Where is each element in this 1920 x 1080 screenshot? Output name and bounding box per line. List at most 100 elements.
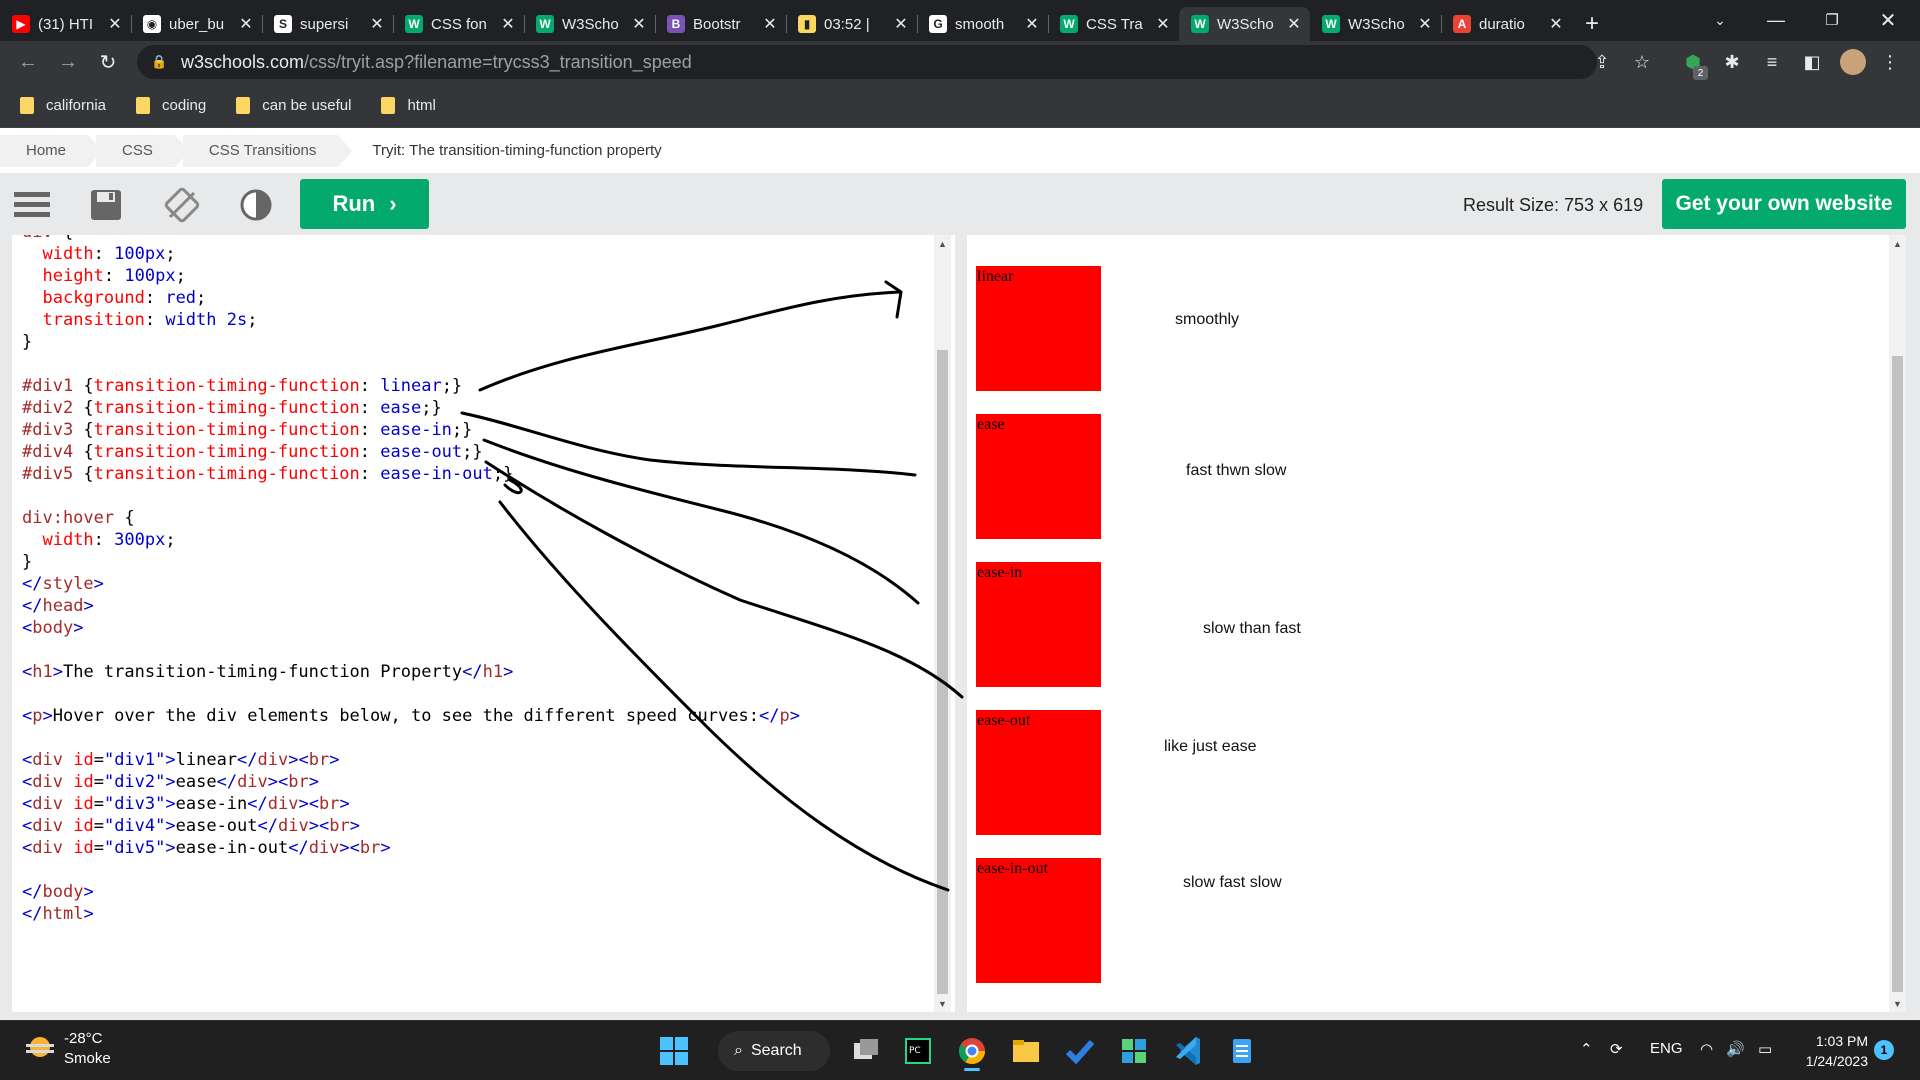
code-line[interactable]: width: 100px; <box>22 243 800 265</box>
menu-kebab-icon[interactable]: ⋮ <box>1878 50 1902 74</box>
browser-tab[interactable]: W W3Scho ✕ <box>524 7 655 41</box>
close-icon[interactable]: ✕ <box>107 14 123 34</box>
code-line[interactable]: <body> <box>22 617 800 639</box>
browser-tab[interactable]: W CSS Tra ✕ <box>1048 7 1179 41</box>
run-button[interactable]: Run › <box>300 179 429 229</box>
sync-icon[interactable]: ⟳ <box>1610 1040 1623 1058</box>
notepad-icon[interactable] <box>1222 1031 1262 1071</box>
breadcrumb-css-transitions[interactable]: CSS Transitions <box>182 134 352 167</box>
code-scroll-thumb[interactable] <box>937 350 948 994</box>
widgets-app-icon[interactable] <box>1114 1031 1154 1071</box>
code-line[interactable]: #div3 {transition-timing-function: ease-… <box>22 419 800 441</box>
share-icon[interactable]: ⇪ <box>1590 50 1614 74</box>
code-line[interactable]: </html> <box>22 903 800 925</box>
wifi-icon[interactable]: ◠ <box>1700 1040 1713 1058</box>
minimize-button[interactable]: — <box>1748 0 1804 40</box>
code-line[interactable]: #div1 {transition-timing-function: linea… <box>22 375 800 397</box>
code-line[interactable] <box>22 639 800 661</box>
dark-mode-icon[interactable] <box>240 189 272 221</box>
code-line[interactable] <box>22 683 800 705</box>
demo-box-linear[interactable]: linear <box>976 266 1101 391</box>
close-icon[interactable]: ✕ <box>369 14 385 34</box>
address-bar[interactable]: 🔒 w3schools.com/css/tryit.asp?filename=t… <box>137 45 1597 79</box>
media-control-icon[interactable]: ≡ <box>1760 50 1784 74</box>
close-icon[interactable]: ✕ <box>1024 14 1040 34</box>
scroll-down-icon[interactable]: ▼ <box>1889 995 1906 1012</box>
volume-icon[interactable]: 🔊 <box>1726 1040 1745 1058</box>
breadcrumb-home[interactable]: Home <box>0 134 103 167</box>
code-line[interactable]: <div id="div2">ease</div><br> <box>22 771 800 793</box>
browser-tab[interactable]: Gsmooth ✕ <box>917 7 1048 41</box>
close-icon[interactable]: ✕ <box>762 14 778 34</box>
profile-avatar[interactable] <box>1840 49 1866 75</box>
scroll-up-icon[interactable]: ▲ <box>934 235 951 252</box>
language-indicator[interactable]: ENG <box>1650 1040 1683 1057</box>
close-window-button[interactable]: ✕ <box>1860 0 1916 40</box>
code-line[interactable]: </head> <box>22 595 800 617</box>
get-your-own-website-button[interactable]: Get your own website <box>1662 179 1906 229</box>
code-line[interactable] <box>22 485 800 507</box>
code-text[interactable]: div { width: 100px; height: 100px; backg… <box>22 235 800 925</box>
restore-button[interactable]: ❐ <box>1804 0 1860 40</box>
new-tab-button[interactable]: + <box>1572 7 1612 41</box>
bookmark-california[interactable]: california <box>20 96 106 114</box>
browser-tab[interactable]: B Bootstr ✕ <box>655 7 786 41</box>
browser-tab[interactable]: Ssupersi ✕ <box>262 7 393 41</box>
reload-icon[interactable]: ↻ <box>94 48 122 76</box>
browser-tab[interactable]: ▮ 03:52 | ✕ <box>786 7 917 41</box>
browser-tab[interactable]: ◉ uber_bu ✕ <box>131 7 262 41</box>
taskbar-search[interactable]: ⌕ Search <box>718 1031 830 1071</box>
code-line[interactable]: <div id="div5">ease-in-out</div><br> <box>22 837 800 859</box>
code-line[interactable]: <p>Hover over the div elements below, to… <box>22 705 800 727</box>
code-line[interactable]: #div4 {transition-timing-function: ease-… <box>22 441 800 463</box>
browser-tab[interactable]: Aduratio ✕ <box>1441 7 1572 41</box>
tab-search-icon[interactable]: ⌄ <box>1692 0 1748 40</box>
browser-tab[interactable]: W W3Scho ✕ <box>1310 7 1441 41</box>
bookmark-html[interactable]: html <box>381 96 436 114</box>
close-icon[interactable]: ✕ <box>631 14 647 34</box>
bookmark-can-be-useful[interactable]: can be useful <box>236 96 351 114</box>
browser-tab[interactable]: ▶ (31) HTI ✕ <box>0 7 131 41</box>
vscode-icon[interactable] <box>1168 1031 1208 1071</box>
demo-box-ease-out[interactable]: ease-out <box>976 710 1101 835</box>
forward-icon[interactable]: → <box>54 48 82 76</box>
result-scroll-thumb[interactable] <box>1892 356 1903 992</box>
close-icon[interactable]: ✕ <box>893 14 909 34</box>
notification-badge[interactable]: 1 <box>1874 1040 1894 1060</box>
code-line[interactable] <box>22 353 800 375</box>
code-line[interactable]: <div id="div1">linear</div><br> <box>22 749 800 771</box>
scroll-down-icon[interactable]: ▼ <box>934 995 951 1012</box>
save-icon[interactable] <box>90 189 122 221</box>
code-line[interactable]: <div id="div4">ease-out</div><br> <box>22 815 800 837</box>
pycharm-icon[interactable]: PC <box>898 1031 938 1071</box>
code-line[interactable]: background: red; <box>22 287 800 309</box>
result-iframe[interactable]: linear ease ease-in ease-out ease-in-out… <box>967 235 1900 1012</box>
close-icon[interactable]: ✕ <box>1155 14 1171 34</box>
code-line[interactable]: height: 100px; <box>22 265 800 287</box>
scroll-up-icon[interactable]: ▲ <box>1889 235 1906 252</box>
code-line[interactable]: </style> <box>22 573 800 595</box>
close-icon[interactable]: ✕ <box>500 14 516 34</box>
browser-tab[interactable]: W W3Scho ✕ <box>1179 7 1310 41</box>
battery-icon[interactable]: ▭ <box>1758 1040 1772 1058</box>
back-icon[interactable]: ← <box>14 48 42 76</box>
code-line[interactable]: #div2 {transition-timing-function: ease;… <box>22 397 800 419</box>
code-line[interactable]: } <box>22 331 800 353</box>
browser-tab[interactable]: W CSS fon ✕ <box>393 7 524 41</box>
file-explorer-icon[interactable] <box>1006 1031 1046 1071</box>
task-view-icon[interactable] <box>846 1031 886 1071</box>
clock[interactable]: 1:03 PM 1/24/2023 <box>1792 1031 1868 1071</box>
demo-box-ease[interactable]: ease <box>976 414 1101 539</box>
chevron-up-icon[interactable]: ⌃ <box>1580 1040 1593 1058</box>
chrome-icon[interactable] <box>952 1031 992 1071</box>
todo-icon[interactable] <box>1060 1031 1100 1071</box>
bookmark-star-icon[interactable]: ☆ <box>1630 50 1654 74</box>
demo-box-ease-in[interactable]: ease-in <box>976 562 1101 687</box>
code-line[interactable]: <div id="div3">ease-in</div><br> <box>22 793 800 815</box>
bookmark-coding[interactable]: coding <box>136 96 206 114</box>
code-line[interactable]: <h1>The transition-timing-function Prope… <box>22 661 800 683</box>
close-icon[interactable]: ✕ <box>1548 14 1564 34</box>
side-panel-icon[interactable]: ◧ <box>1800 50 1824 74</box>
demo-box-ease-in-out[interactable]: ease-in-out <box>976 858 1101 983</box>
code-line[interactable]: div:hover { <box>22 507 800 529</box>
